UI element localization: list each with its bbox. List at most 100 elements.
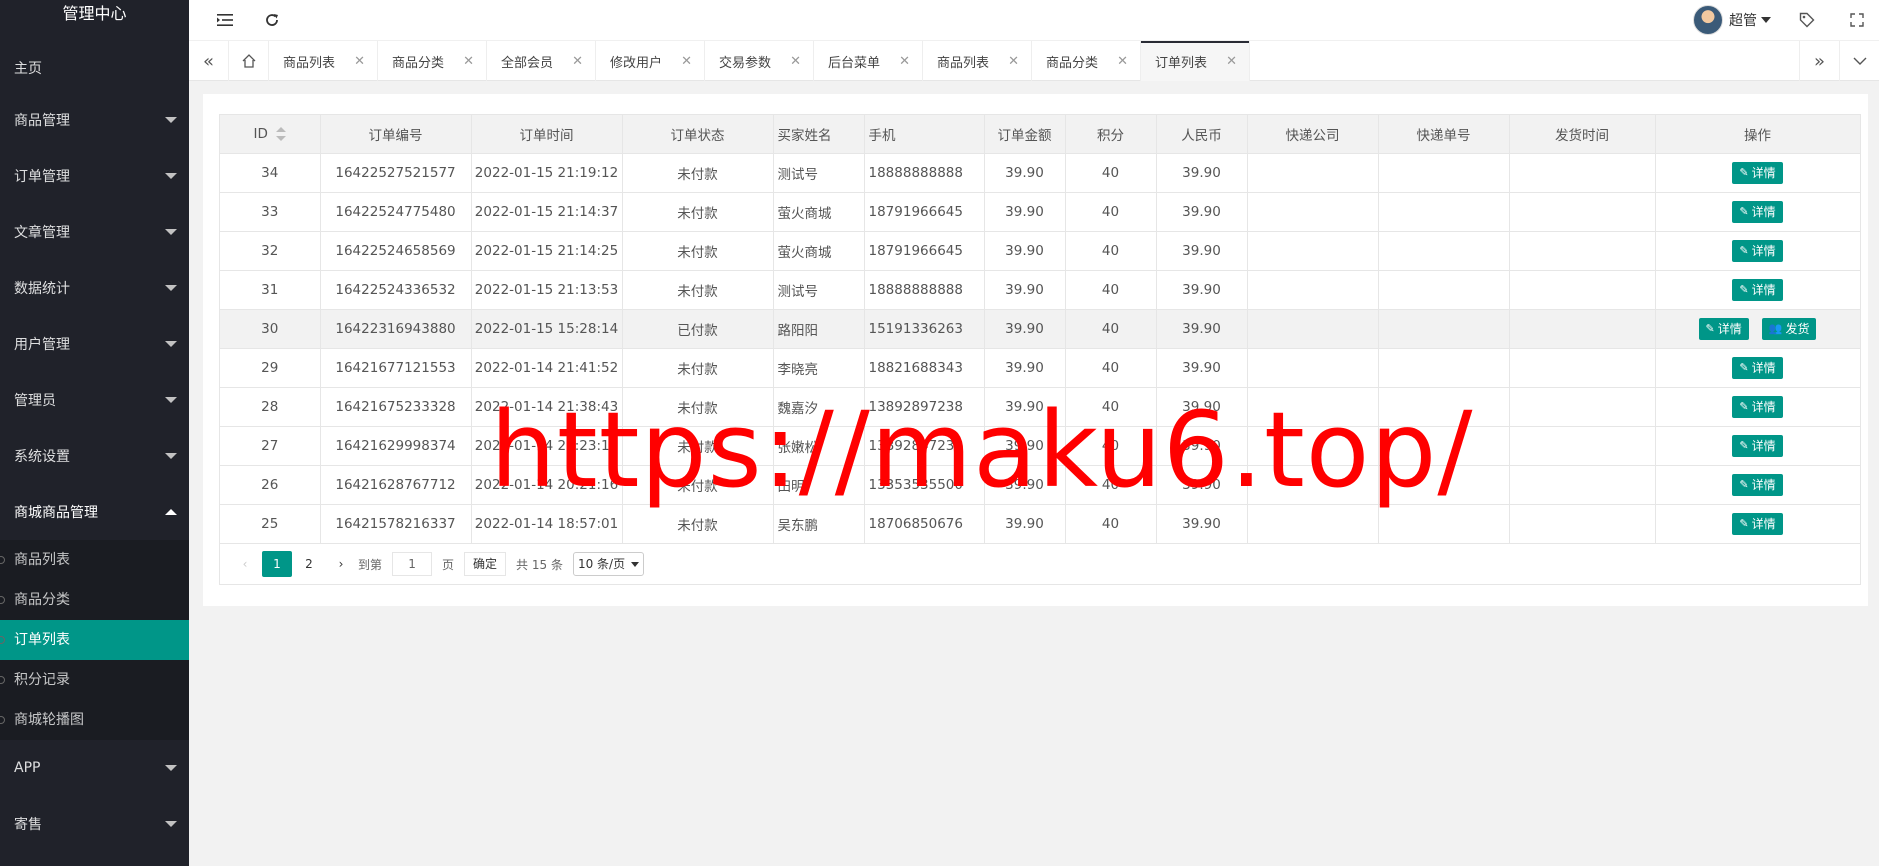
chevron-down-icon xyxy=(165,285,177,291)
cell-amount: 39.90 xyxy=(984,426,1066,466)
tab-trade-params[interactable]: 交易参数 ✕ xyxy=(705,41,814,81)
sidebar-item-goods[interactable]: 商品管理 xyxy=(0,92,189,148)
sidebar-item-orders[interactable]: 订单管理 xyxy=(0,148,189,204)
sidebar-item-label: 商城商品管理 xyxy=(14,505,98,521)
tab-goods-list[interactable]: 商品列表 ✕ xyxy=(269,41,378,81)
page-jump-input[interactable]: 1 xyxy=(392,552,433,576)
sidebar-item-stats[interactable]: 数据统计 xyxy=(0,260,189,316)
refresh-icon[interactable] xyxy=(258,6,286,34)
tab-all-members[interactable]: 全部会员 ✕ xyxy=(487,41,596,81)
cell-rmb: 39.90 xyxy=(1156,270,1248,310)
close-icon[interactable]: ✕ xyxy=(572,54,583,69)
cell-status: 已付款 xyxy=(622,309,774,349)
cell-points: 40 xyxy=(1065,426,1157,466)
page-jump-confirm-button[interactable]: 确定 xyxy=(464,552,507,576)
tabs-scroll-right-icon[interactable]: » xyxy=(1799,41,1839,81)
page-1-button[interactable]: 1 xyxy=(262,551,292,577)
cell-ship-time xyxy=(1509,231,1656,271)
sidebar-item-consign[interactable]: 寄售 xyxy=(0,796,189,852)
page-2-button[interactable]: 2 xyxy=(294,551,324,577)
sort-icon[interactable] xyxy=(275,126,286,141)
sidebar-item-label: 用户管理 xyxy=(14,337,70,353)
sidebar-subitem-banner[interactable]: 商城轮播图 xyxy=(0,700,189,740)
tag-icon[interactable] xyxy=(1793,6,1821,34)
sidebar-subitem-goods-category[interactable]: 商品分类 xyxy=(0,580,189,620)
tab-goods-list-2[interactable]: 商品列表 ✕ xyxy=(923,41,1032,81)
user-menu[interactable]: 超管 xyxy=(1693,2,1771,38)
cell-rmb: 39.90 xyxy=(1156,465,1248,505)
tab-edit-user[interactable]: 修改用户 ✕ xyxy=(596,41,705,81)
cell-rmb: 39.90 xyxy=(1156,504,1248,544)
tab-goods-category[interactable]: 商品分类 ✕ xyxy=(378,41,487,81)
cell-status: 未付款 xyxy=(622,192,774,232)
close-icon[interactable]: ✕ xyxy=(681,54,692,69)
col-header-id[interactable]: ID xyxy=(220,115,321,154)
detail-button[interactable]: ✎ 详情 xyxy=(1732,239,1783,262)
close-icon[interactable]: ✕ xyxy=(354,54,365,69)
next-page-icon[interactable]: › xyxy=(326,551,356,577)
col-header-buyer: 买家姓名 xyxy=(773,115,865,154)
cell-amount: 39.90 xyxy=(984,309,1066,349)
tabs-scroll-left-icon[interactable]: « xyxy=(189,41,229,81)
fullscreen-icon[interactable] xyxy=(1843,6,1871,34)
detail-button[interactable]: ✎ 详情 xyxy=(1698,317,1749,340)
cell-rmb: 39.90 xyxy=(1156,309,1248,349)
sidebar-item-mall-goods[interactable]: 商城商品管理 xyxy=(0,484,189,540)
prev-page-icon[interactable]: ‹ xyxy=(230,551,260,577)
sidebar-item-settings[interactable]: 系统设置 xyxy=(0,428,189,484)
cell-amount: 39.90 xyxy=(984,348,1066,388)
cell-buyer: 田明 xyxy=(773,465,865,505)
tab-admin-menu[interactable]: 后台菜单 ✕ xyxy=(814,41,923,81)
cell-express-no xyxy=(1378,231,1510,271)
close-icon[interactable]: ✕ xyxy=(463,54,474,69)
ship-button[interactable]: 👥 发货 xyxy=(1761,317,1817,340)
cell-order-time: 2022-01-15 21:14:25 xyxy=(471,231,623,271)
sidebar-item-users[interactable]: 用户管理 xyxy=(0,316,189,372)
detail-button[interactable]: ✎ 详情 xyxy=(1732,278,1783,301)
tab-goods-category-2[interactable]: 商品分类 ✕ xyxy=(1032,41,1141,81)
close-icon[interactable]: ✕ xyxy=(899,54,910,69)
chevron-down-icon[interactable] xyxy=(1839,41,1879,81)
page-size-select[interactable]: 10 条/页 xyxy=(572,552,645,576)
sidebar-item-articles[interactable]: 文章管理 xyxy=(0,204,189,260)
cell-points: 40 xyxy=(1065,504,1157,544)
cell-phone: 18706850676 xyxy=(864,504,985,544)
close-icon[interactable]: ✕ xyxy=(790,54,801,69)
cell-id: 33 xyxy=(220,192,321,232)
order-table: ID 订单编号 订单时间 订单状态 买家姓名 手机 订单金额 积分 人民币 快递… xyxy=(219,114,1861,585)
detail-button[interactable]: ✎ 详情 xyxy=(1732,512,1783,535)
detail-button[interactable]: ✎ 详情 xyxy=(1732,395,1783,418)
cell-order-time: 2022-01-14 21:38:43 xyxy=(471,387,623,427)
close-icon[interactable]: ✕ xyxy=(1008,54,1019,69)
cell-express-company xyxy=(1247,231,1379,271)
ship-label: 发货 xyxy=(1785,322,1810,336)
tab-order-list[interactable]: 订单列表 ✕ xyxy=(1141,41,1250,81)
cell-id: 26 xyxy=(220,465,321,505)
sidebar-item-home[interactable]: 主页 xyxy=(0,44,189,92)
detail-button[interactable]: ✎ 详情 xyxy=(1732,356,1783,379)
sidebar-item-admins[interactable]: 管理员 xyxy=(0,372,189,428)
detail-button[interactable]: ✎ 详情 xyxy=(1732,200,1783,223)
detail-label: 详情 xyxy=(1751,478,1776,492)
sidebar-subitem-points-log[interactable]: 积分记录 xyxy=(0,660,189,700)
chevron-down-icon xyxy=(165,117,177,123)
cell-status: 未付款 xyxy=(622,387,774,427)
home-icon[interactable] xyxy=(229,41,269,81)
cell-order-no: 16421629998374 xyxy=(320,426,472,466)
detail-button[interactable]: ✎ 详情 xyxy=(1732,473,1783,496)
cell-order-no: 16422524336532 xyxy=(320,270,472,310)
menu-toggle-icon[interactable] xyxy=(211,6,239,34)
close-icon[interactable]: ✕ xyxy=(1117,54,1128,69)
cell-express-no xyxy=(1378,504,1510,544)
detail-button[interactable]: ✎ 详情 xyxy=(1732,161,1783,184)
close-icon[interactable]: ✕ xyxy=(1226,54,1237,69)
sidebar-item-app[interactable]: APP xyxy=(0,740,189,796)
cell-ship-time xyxy=(1509,348,1656,388)
detail-button[interactable]: ✎ 详情 xyxy=(1732,434,1783,457)
edit-icon: ✎ xyxy=(1739,283,1749,296)
cell-order-no: 16421675233328 xyxy=(320,387,472,427)
cell-points: 40 xyxy=(1065,153,1157,193)
sidebar-subitem-order-list[interactable]: 订单列表 xyxy=(0,620,189,660)
sidebar-subitem-goods-list[interactable]: 商品列表 xyxy=(0,540,189,580)
col-header-ship-time: 发货时间 xyxy=(1509,115,1656,154)
